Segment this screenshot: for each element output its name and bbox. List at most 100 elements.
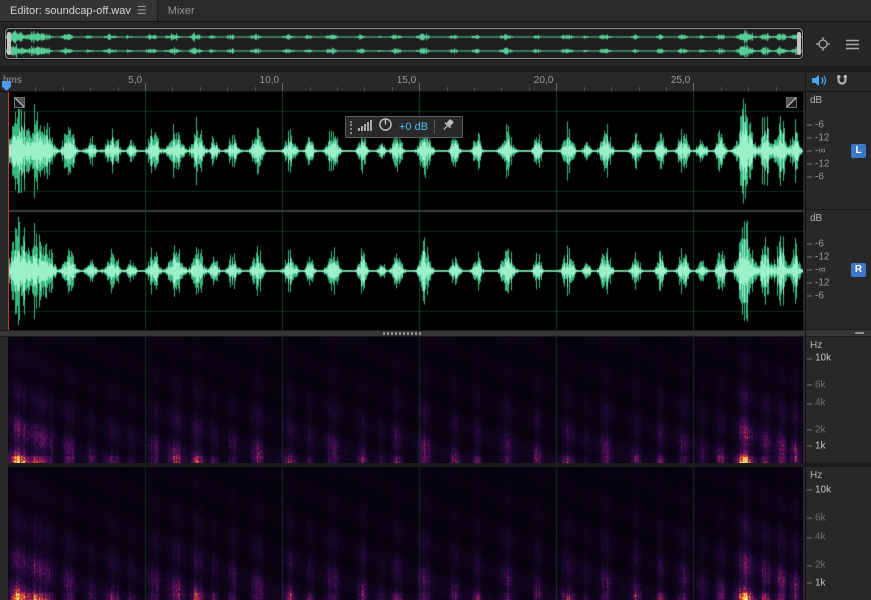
hz-tick bbox=[807, 403, 812, 405]
ruler-tick bbox=[611, 87, 613, 91]
overview-range-selector[interactable] bbox=[5, 28, 803, 59]
ruler-tick-label: 10,0 bbox=[259, 75, 280, 86]
panel-options-icon[interactable] bbox=[843, 36, 861, 52]
hz-tick-label: 2k bbox=[807, 560, 826, 571]
db-scale-title: dB bbox=[810, 95, 823, 106]
gain-knob-icon[interactable] bbox=[378, 117, 393, 137]
speaker-icon[interactable] bbox=[811, 74, 827, 90]
pin-hud-icon[interactable] bbox=[441, 118, 455, 137]
ruler-tick bbox=[665, 87, 667, 91]
db-scale-left: dB -6 -12 -∞ -12 -6 L bbox=[806, 92, 871, 210]
db-tick-label: -6 bbox=[815, 290, 824, 301]
db-tick-label: -6 bbox=[815, 238, 824, 249]
db-scale-title: dB bbox=[810, 213, 823, 224]
panel-menu-icon[interactable]: ☰ bbox=[137, 4, 147, 17]
tab-editor[interactable]: Editor: soundcap-off.wav ☰ bbox=[0, 0, 158, 21]
overview-navigator bbox=[0, 22, 871, 66]
hz-tick bbox=[807, 358, 812, 360]
hz-tick-label: 6k bbox=[807, 512, 826, 523]
playhead-line bbox=[8, 92, 9, 330]
db-tick-label: -12 bbox=[815, 132, 830, 143]
hud-separator bbox=[434, 120, 436, 134]
hz-tick bbox=[807, 582, 812, 584]
hz-scale-left: Hz 10k 6k 4k 2k 1k bbox=[806, 337, 871, 463]
ruler-tick bbox=[336, 87, 338, 91]
splitter-grip-icon bbox=[382, 332, 423, 335]
db-tick bbox=[807, 176, 812, 177]
db-tick-label: -6 bbox=[815, 171, 824, 182]
playhead-marker[interactable] bbox=[2, 81, 11, 91]
ruler-tick bbox=[90, 87, 92, 91]
hz-tick-label: 1k bbox=[807, 577, 826, 588]
ruler-tick bbox=[775, 87, 777, 91]
db-tick-label: -12 bbox=[815, 277, 830, 288]
spectrogram-right-canvas[interactable] bbox=[8, 467, 803, 600]
ruler-tick bbox=[638, 87, 640, 91]
db-tick bbox=[807, 256, 812, 257]
ruler-tick bbox=[309, 87, 311, 91]
ruler-tick bbox=[172, 87, 174, 91]
hz-scale-title: Hz bbox=[810, 340, 823, 351]
db-tick-label: -12 bbox=[815, 251, 830, 262]
db-tick-label: -12 bbox=[815, 158, 830, 169]
hz-tick-label: 10k bbox=[807, 353, 831, 364]
hz-tick bbox=[807, 384, 812, 386]
db-tick-labels: -6 -12 -∞ -12 -6 bbox=[807, 118, 829, 183]
tab-mixer[interactable]: Mixer bbox=[158, 0, 205, 21]
spectrogram-left-canvas[interactable] bbox=[8, 337, 803, 463]
hz-scale-title: Hz bbox=[810, 470, 823, 481]
volume-hud[interactable]: +0 dB bbox=[345, 116, 464, 138]
gain-value[interactable]: +0 dB bbox=[399, 121, 428, 133]
ruler-tick bbox=[693, 83, 695, 91]
hz-tick bbox=[807, 445, 812, 447]
view-splitter[interactable] bbox=[0, 330, 805, 337]
db-tick bbox=[807, 295, 812, 296]
hud-drag-grip[interactable] bbox=[350, 120, 352, 134]
monitor-toolbar bbox=[806, 72, 871, 92]
db-tick bbox=[807, 124, 812, 125]
spectral-display[interactable] bbox=[0, 337, 805, 600]
ruler-tick bbox=[556, 83, 558, 91]
db-tick bbox=[807, 269, 812, 270]
ruler-tick bbox=[501, 87, 503, 91]
collapse-handle-icon[interactable] bbox=[855, 332, 864, 334]
ruler-tick bbox=[364, 87, 366, 91]
overview-track[interactable] bbox=[4, 27, 804, 60]
ruler-tick bbox=[199, 87, 201, 91]
tab-mixer-label: Mixer bbox=[167, 4, 195, 17]
ruler-tick bbox=[227, 87, 229, 91]
range-handle-left[interactable] bbox=[7, 32, 11, 55]
ruler-tick bbox=[446, 87, 448, 91]
hz-tick-label: 4k bbox=[807, 532, 826, 543]
fade-in-handle[interactable] bbox=[14, 97, 25, 108]
hz-tick bbox=[807, 517, 812, 519]
waveform-display[interactable]: +0 dB bbox=[0, 92, 805, 330]
ruler-tick bbox=[474, 87, 476, 91]
range-handle-right[interactable] bbox=[797, 32, 801, 55]
ruler-tick bbox=[282, 83, 284, 91]
db-tick-label: -6 bbox=[815, 119, 824, 130]
ruler-tick-label: 20,0 bbox=[533, 75, 554, 86]
scale-column: dB -6 -12 -∞ -12 -6 L dB -6 -12 -∞ -12 -6 R Hz 10k 6k 4… bbox=[805, 72, 871, 600]
channel-badge-l[interactable]: L bbox=[851, 143, 866, 158]
fade-out-handle[interactable] bbox=[786, 97, 797, 108]
timeline-ruler[interactable]: hms 5,0 10,0 15,0 20,0 25,0 bbox=[0, 72, 805, 92]
snap-magnet-icon[interactable] bbox=[836, 74, 848, 90]
ruler-tick-label: 15,0 bbox=[396, 75, 417, 86]
db-tick bbox=[807, 243, 812, 244]
hz-tick-label: 4k bbox=[807, 398, 826, 409]
panel-tab-bar: Editor: soundcap-off.wav ☰ Mixer bbox=[0, 0, 871, 22]
channel-badge-r[interactable]: R bbox=[851, 262, 866, 277]
ruler-tick bbox=[117, 87, 119, 91]
ruler-tick bbox=[748, 87, 750, 91]
ruler-tick bbox=[528, 87, 530, 91]
hz-tick-label: 6k bbox=[807, 379, 826, 390]
ruler-tick bbox=[145, 83, 147, 91]
db-tick bbox=[807, 150, 812, 151]
ruler-tick bbox=[391, 87, 393, 91]
zoom-navigate-icon[interactable] bbox=[814, 36, 832, 52]
ruler-tick bbox=[419, 83, 421, 91]
ruler-tick bbox=[720, 87, 722, 91]
ruler-tick-label: 25,0 bbox=[670, 75, 691, 86]
db-scale-right: dB -6 -12 -∞ -12 -6 R bbox=[806, 210, 871, 330]
